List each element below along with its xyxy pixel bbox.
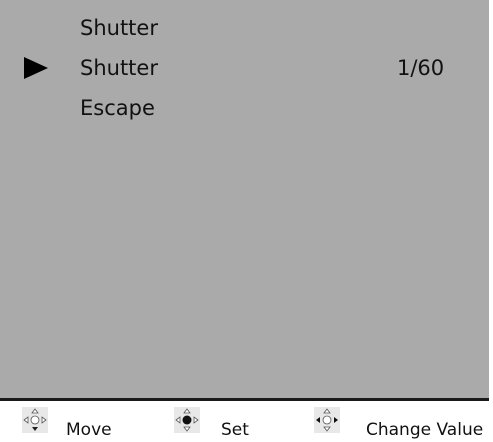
- dpad-set-icon: [174, 407, 200, 433]
- hint-move: Move: [0, 401, 160, 442]
- hint-change-value: Change Value: [310, 401, 489, 442]
- dpad-left-right-icon: [314, 407, 340, 433]
- hint-set: Set: [160, 401, 310, 442]
- menu-item-label: Escape: [80, 96, 155, 120]
- menu-item-label: Shutter: [80, 56, 158, 80]
- shutter-value: 1/60: [397, 56, 445, 80]
- hint-set-label: Set: [221, 420, 249, 440]
- menu-item-shutter[interactable]: Shutter 1/60: [0, 50, 489, 86]
- hint-change-value-label: Change Value: [366, 420, 484, 440]
- button-hint-bar: Move Set Change Value: [0, 401, 489, 442]
- menu-item-label: Shutter: [80, 16, 158, 40]
- menu-item-escape[interactable]: Escape: [0, 90, 489, 126]
- hint-move-label: Move: [66, 420, 112, 440]
- dpad-move-icon: [22, 407, 48, 433]
- osd-menu-screen: Shutter Shutter 1/60 Escape Move Set Cha…: [0, 0, 493, 442]
- menu-panel: Shutter Shutter 1/60 Escape: [0, 0, 489, 398]
- right-triangle-icon: [24, 57, 48, 79]
- menu-item-shutter-header[interactable]: Shutter: [0, 10, 489, 46]
